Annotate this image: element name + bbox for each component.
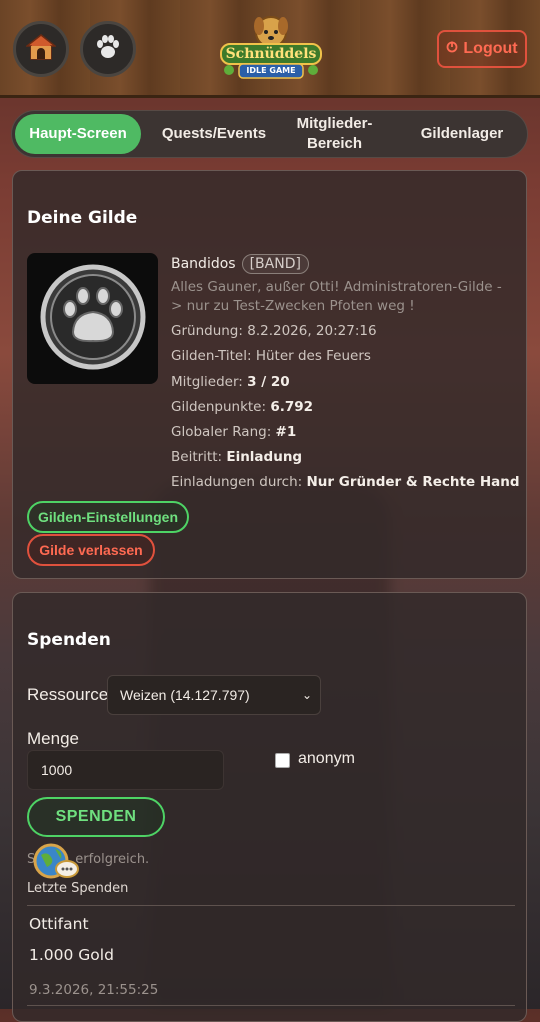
resource-selected-value: Weizen (14.127.797)	[120, 687, 250, 703]
home-button[interactable]	[13, 21, 69, 77]
guild-title-row: Gilden-Titel: Hüter des Feuers	[171, 348, 371, 364]
invites-label: Einladungen durch:	[171, 474, 303, 490]
donation-donor: Ottifant	[29, 915, 89, 933]
donation-time: 9.3.2026, 21:55:25	[29, 982, 159, 998]
resource-select[interactable]: Weizen (14.127.797) ⌄	[107, 675, 321, 715]
members-row: Mitglieder: 3 / 20	[171, 374, 290, 390]
logo-subtitle: IDLE GAME	[246, 66, 296, 75]
anonymous-checkbox[interactable]	[275, 753, 290, 768]
paw-emblem-icon	[38, 262, 148, 376]
donation-amount: 1.000 Gold	[29, 946, 114, 964]
members-label: Mitglieder:	[171, 374, 243, 390]
rank-value: #1	[275, 424, 297, 440]
tab-haupt-screen[interactable]: Haupt-Screen	[15, 114, 141, 154]
guild-paw-button[interactable]	[80, 21, 136, 77]
resource-label: Ressource	[27, 685, 109, 704]
guild-description: Alles Gauner, außer Otti! Administratore…	[171, 279, 502, 314]
join-label: Beitritt:	[171, 449, 223, 465]
guild-tag-badge: [BAND]	[241, 254, 309, 274]
doghouse-icon	[24, 33, 58, 65]
top-bar: Schnüddels IDLE GAME Logout	[0, 0, 540, 98]
join-value: Einladung	[226, 449, 303, 465]
guild-emblem	[27, 253, 158, 384]
donate-card: Spenden Ressource Weizen (14.127.797) ⌄ …	[12, 592, 527, 1022]
amount-label: Menge	[27, 729, 79, 748]
rank-label: Globaler Rang:	[171, 424, 272, 440]
founded-value: 8.2.2026, 20:27:16	[247, 323, 377, 339]
invites-value: Nur Gründer & Rechte Hand	[306, 474, 520, 490]
paw-icon	[93, 32, 123, 66]
tab-label: Gildenlager	[420, 125, 504, 142]
points-value: 6.792	[270, 399, 314, 415]
points-row: Gildenpunkte: 6.792	[171, 399, 313, 415]
divider	[27, 905, 515, 906]
donate-button[interactable]: SPENDEN	[27, 797, 165, 837]
members-value: 3 / 20	[247, 374, 290, 390]
tab-label: Quests/Events	[161, 125, 267, 142]
join-row: Beitritt: Einladung	[171, 449, 302, 465]
founded-label: Gründung:	[171, 323, 243, 339]
guild-title-label: Gilden-Titel:	[171, 348, 252, 364]
game-logo: Schnüddels IDLE GAME	[217, 10, 325, 86]
tab-label: Mitglieder-Bereich	[296, 115, 373, 152]
donate-section-title: Spenden	[27, 630, 111, 650]
guild-name-row: Bandidos [BAND]	[171, 254, 309, 274]
status-suffix: erfolgreich.	[75, 852, 150, 867]
amount-input[interactable]: 1000	[27, 750, 224, 790]
guild-section-title: Deine Gilde	[27, 208, 138, 228]
logout-button[interactable]: Logout	[437, 30, 527, 68]
guild-card: Deine Gilde Bandidos [BAND] Alles Gauner,…	[12, 170, 527, 579]
recent-donations-title: Letzte Spenden	[27, 881, 129, 896]
invites-row: Einladungen durch: Nur Gründer & Rechte …	[171, 474, 520, 490]
founded-row: Gründung: 8.2.2026, 20:27:16	[171, 323, 377, 339]
amount-value: 1000	[41, 762, 73, 778]
logout-icon	[446, 40, 458, 58]
guild-settings-button[interactable]: Gilden-Einstellungen	[27, 501, 189, 533]
tab-quests-events[interactable]: Quests/Events	[148, 114, 280, 154]
guild-title-value: Hüter des Feuers	[255, 348, 371, 364]
guild-tabs: Haupt-Screen Quests/Events Mitglieder-Be…	[11, 110, 528, 158]
tab-gildenlager[interactable]: Gildenlager	[402, 114, 522, 154]
leave-guild-button[interactable]: Gilde verlassen	[27, 534, 155, 566]
divider	[27, 1005, 515, 1006]
chat-globe-icon[interactable]	[33, 841, 79, 881]
tab-mitglieder-bereich[interactable]: Mitglieder-Bereich	[282, 114, 387, 154]
rank-row: Globaler Rang: #1	[171, 424, 296, 440]
chevron-down-icon: ⌄	[301, 688, 312, 702]
logo-title: Schnüddels	[225, 46, 317, 62]
points-label: Gildenpunkte:	[171, 399, 267, 415]
tab-label: Haupt-Screen	[29, 125, 127, 142]
logout-label: Logout	[463, 40, 518, 57]
guild-name: Bandidos	[171, 256, 236, 272]
anonymous-label: anonym	[298, 750, 355, 767]
